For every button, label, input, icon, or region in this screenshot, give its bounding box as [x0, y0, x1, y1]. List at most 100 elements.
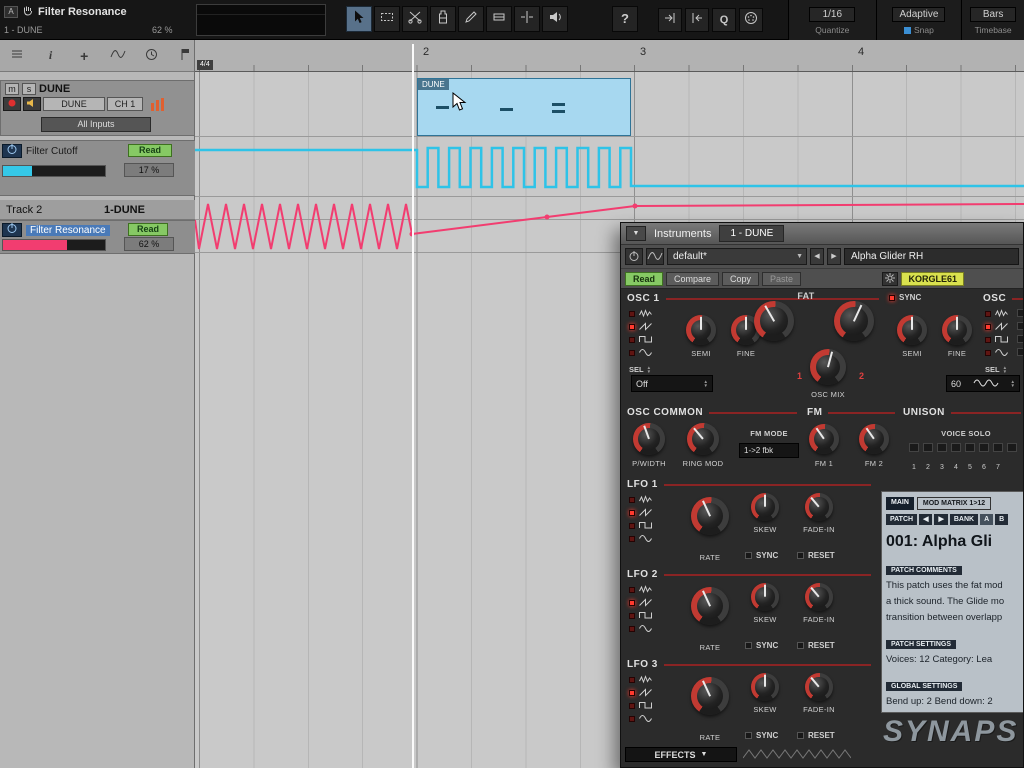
fm2-knob[interactable]: [859, 424, 889, 454]
reset-checkbox[interactable]: [797, 642, 804, 649]
osc2-wave-selector[interactable]: [985, 308, 1008, 357]
output-routing[interactable]: DUNE: [43, 97, 105, 111]
wave-led[interactable]: [629, 676, 635, 683]
automation-lane-cutoff[interactable]: Filter Cutoff Read 17 %: [0, 140, 195, 196]
bank-a-button[interactable]: A: [980, 514, 994, 525]
quantize-button[interactable]: Q: [712, 8, 736, 32]
lfo1-wave-selector[interactable]: [629, 494, 652, 543]
patch-next-button[interactable]: ▶: [934, 514, 948, 525]
mute-button[interactable]: m: [5, 83, 19, 95]
lfo1-sync-toggle[interactable]: SYNC: [745, 551, 778, 560]
glue-tool-button[interactable]: [430, 6, 456, 32]
reset-checkbox[interactable]: [797, 552, 804, 559]
split-tool-button[interactable]: [402, 6, 428, 32]
wave-led[interactable]: [629, 496, 635, 503]
separate-tool-button[interactable]: [514, 6, 540, 32]
draw-tool-button[interactable]: [458, 6, 484, 32]
midi-input-button[interactable]: [739, 8, 763, 32]
osc2-semi-knob[interactable]: [897, 315, 927, 345]
voice-solo-buttons[interactable]: [909, 443, 1017, 452]
lfo2-sync-toggle[interactable]: SYNC: [745, 641, 778, 650]
wave-led[interactable]: [629, 535, 635, 542]
automation-power-button[interactable]: [2, 144, 22, 158]
ringmod-knob[interactable]: [687, 423, 719, 455]
lfo3-rate-knob[interactable]: [691, 677, 729, 715]
wave-led[interactable]: [985, 323, 991, 330]
wave-led[interactable]: [629, 522, 635, 529]
lfo3-wave-selector[interactable]: [629, 674, 652, 723]
audition-tool-button[interactable]: [542, 6, 568, 32]
prev-preset-button[interactable]: ◀: [810, 248, 824, 265]
midi-clip-dune[interactable]: DUNE: [417, 78, 631, 136]
sync-checkbox[interactable]: [745, 642, 752, 649]
wave-led[interactable]: [629, 689, 635, 696]
lfo3-fadein-knob[interactable]: [805, 673, 833, 701]
osc2-fine-knob[interactable]: [942, 315, 972, 345]
preset-dropdown[interactable]: default* ▼: [667, 248, 807, 265]
plugin-titlebar[interactable]: ▼ Instruments 1 - DUNE: [621, 223, 1023, 245]
solo-button[interactable]: s: [22, 83, 36, 95]
bank-button[interactable]: BANK: [949, 514, 979, 525]
fm1-knob[interactable]: [809, 424, 839, 454]
osc1-sel[interactable]: SEL ▲ ▼: [629, 365, 651, 374]
midi-note[interactable]: [436, 106, 449, 109]
effects-button[interactable]: EFFECTS ▼: [625, 747, 737, 762]
snap-select[interactable]: Adaptive: [892, 7, 946, 22]
pwidth-knob[interactable]: [633, 423, 665, 455]
info-icon[interactable]: i: [42, 48, 60, 63]
lfo1-rate-knob[interactable]: [691, 497, 729, 535]
wave-led[interactable]: [985, 310, 991, 317]
cutoff-read-button[interactable]: Read: [128, 144, 172, 157]
next-preset-button[interactable]: ▶: [827, 248, 841, 265]
autoscroll-settings-button[interactable]: [685, 8, 709, 32]
compare-button[interactable]: Compare: [666, 271, 720, 286]
fat-knob-2[interactable]: [834, 301, 874, 341]
wave-led[interactable]: [629, 509, 635, 516]
timebase-select[interactable]: Bars: [970, 7, 1017, 22]
lfo2-wave-selector[interactable]: [629, 584, 652, 633]
wave-led[interactable]: [629, 702, 635, 709]
paste-button[interactable]: Paste: [762, 271, 802, 286]
plugin-read-button[interactable]: Read: [625, 271, 664, 286]
copy-button[interactable]: Copy: [722, 271, 760, 286]
tab-mod-matrix[interactable]: MOD MATRIX 1>12: [916, 497, 992, 510]
wave-led[interactable]: [629, 349, 635, 356]
osc1-mode-dropdown[interactable]: Off ▲ ▼: [631, 375, 713, 392]
pointer-tool-button[interactable]: [346, 6, 372, 32]
wave-led[interactable]: [629, 625, 635, 632]
resonance-value[interactable]: 62 %: [124, 237, 174, 251]
midi-note[interactable]: [552, 110, 565, 113]
osc1-semi-knob[interactable]: [686, 315, 716, 345]
sync-checkbox[interactable]: [745, 732, 752, 739]
midi-note[interactable]: [500, 108, 513, 111]
add-track-icon[interactable]: +: [75, 48, 93, 64]
sync-checkbox[interactable]: [745, 552, 752, 559]
lfo1-fadein-knob[interactable]: [805, 493, 833, 521]
wave-led[interactable]: [629, 612, 635, 619]
remote-device-label[interactable]: KORGLE61: [901, 271, 964, 286]
comp-tool-button[interactable]: [486, 6, 512, 32]
lfo1-skew-knob[interactable]: [751, 493, 779, 521]
lfo3-sync-toggle[interactable]: SYNC: [745, 731, 778, 740]
reset-checkbox[interactable]: [797, 732, 804, 739]
track-header-dune[interactable]: m s DUNE DUNE CH 1 All Inputs: [0, 80, 195, 136]
osc2-wavetable-box[interactable]: 60 ▲ ▼: [946, 375, 1020, 392]
lfo3-reset-toggle[interactable]: RESET: [797, 731, 835, 740]
wave-led[interactable]: [629, 715, 635, 722]
lfo1-reset-toggle[interactable]: RESET: [797, 551, 835, 560]
fat-knob-1[interactable]: [754, 301, 794, 341]
monitor-button[interactable]: [23, 97, 41, 111]
resonance-lane-name[interactable]: Filter Resonance: [26, 224, 110, 236]
lfo2-rate-knob[interactable]: [691, 587, 729, 625]
plugin-tab[interactable]: 1 - DUNE: [719, 225, 785, 242]
lfo2-skew-knob[interactable]: [751, 583, 779, 611]
resonance-read-button[interactable]: Read: [128, 223, 168, 236]
wave-led[interactable]: [629, 323, 635, 330]
lfo2-fadein-knob[interactable]: [805, 583, 833, 611]
cutoff-fader[interactable]: [2, 165, 106, 177]
quantize-select[interactable]: 1/16: [809, 7, 856, 22]
plugin-power-button[interactable]: [625, 248, 643, 265]
autoscroll-button[interactable]: [658, 8, 682, 32]
wave-led[interactable]: [985, 336, 991, 343]
timeline-ruler[interactable]: 2 3 4 4/4: [195, 40, 1024, 72]
